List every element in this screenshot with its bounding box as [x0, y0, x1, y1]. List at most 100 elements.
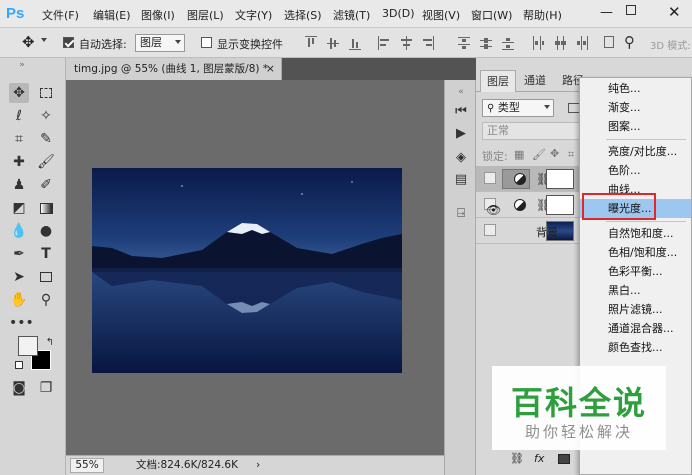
- auto-select-label: 自动选择:: [79, 38, 127, 51]
- menu-3d[interactable]: 3D(D): [382, 7, 415, 20]
- status-menu-arrow-icon[interactable]: ›: [256, 456, 260, 475]
- menu-item-channel-mixer[interactable]: 通道混合器...: [580, 319, 691, 338]
- tab-layers[interactable]: 图层: [480, 70, 516, 92]
- maximize-icon[interactable]: [626, 5, 636, 15]
- visibility-toggle[interactable]: [484, 172, 496, 184]
- menu-item-vibrance[interactable]: 自然饱和度...: [580, 224, 691, 243]
- healing-brush-icon[interactable]: ✚: [9, 152, 29, 172]
- lock-paint-icon[interactable]: 🖌: [532, 148, 546, 161]
- menu-item-color-balance[interactable]: 色彩平衡...: [580, 262, 691, 281]
- lock-pixels-icon[interactable]: ▦: [514, 148, 524, 161]
- history-panel-icon[interactable]: ⏮: [451, 102, 471, 122]
- screen-mode-icon[interactable]: ❐: [36, 378, 56, 398]
- type-tool-icon[interactable]: T: [36, 244, 56, 264]
- distribute-right-icon[interactable]: [576, 36, 588, 50]
- eye-icon[interactable]: 👁: [486, 203, 501, 217]
- menu-file[interactable]: 文件(F): [42, 7, 79, 23]
- blend-mode-dropdown[interactable]: 正常: [482, 122, 580, 140]
- distribute-vcenter-icon[interactable]: [480, 36, 492, 50]
- magic-wand-icon[interactable]: ✧: [36, 106, 56, 126]
- tab-close-icon[interactable]: ×: [266, 58, 275, 80]
- brush-tool-icon[interactable]: 🖌: [36, 152, 56, 172]
- align-right-icon[interactable]: [422, 36, 434, 50]
- minimize-icon[interactable]: —: [600, 5, 613, 20]
- distribute-top-icon[interactable]: [458, 36, 470, 50]
- menu-layer[interactable]: 图层(L): [187, 7, 224, 23]
- layer-style-icon[interactable]: fx: [534, 452, 544, 465]
- lock-position-icon[interactable]: ✥: [550, 147, 559, 160]
- panel-collapse-icon[interactable]: »: [12, 60, 32, 70]
- align-top-icon[interactable]: [305, 36, 317, 50]
- marquee-tool-icon[interactable]: [36, 83, 56, 103]
- layer-mask-thumbnail[interactable]: [546, 195, 574, 215]
- show-transform-label: 显示变换控件: [217, 38, 283, 51]
- menu-item-solid-color[interactable]: 纯色...: [580, 79, 691, 98]
- add-mask-icon[interactable]: [558, 454, 570, 464]
- visibility-toggle[interactable]: [484, 224, 496, 236]
- path-select-icon[interactable]: ➤: [9, 267, 29, 287]
- menu-item-black-white[interactable]: 黑白...: [580, 281, 691, 300]
- foreground-color-swatch[interactable]: [18, 336, 38, 356]
- align-bottom-icon[interactable]: [349, 36, 361, 50]
- blur-tool-icon[interactable]: 💧: [9, 221, 29, 241]
- eraser-tool-icon[interactable]: ◩: [9, 198, 29, 218]
- menu-item-hue-saturation[interactable]: 色相/饱和度...: [580, 243, 691, 262]
- link-layers-icon[interactable]: ⛓: [510, 452, 524, 465]
- more-tools-icon[interactable]: •••: [9, 313, 34, 333]
- menu-item-gradient[interactable]: 渐变...: [580, 98, 691, 117]
- menu-image[interactable]: 图像(I): [141, 7, 175, 23]
- lasso-tool-icon[interactable]: ℓ: [9, 106, 29, 126]
- canvas-area[interactable]: [66, 80, 444, 455]
- zoom-field[interactable]: 55%: [70, 458, 104, 473]
- menu-select[interactable]: 选择(S): [284, 7, 322, 23]
- default-colors-icon[interactable]: [15, 361, 23, 369]
- menu-item-pattern[interactable]: 图案...: [580, 117, 691, 136]
- move-tool-icon[interactable]: ✥: [9, 83, 29, 103]
- crop-tool-icon[interactable]: ⌗: [9, 129, 29, 149]
- lock-artboard-icon[interactable]: ⌗: [568, 148, 574, 162]
- info-panel-icon[interactable]: ▤: [451, 170, 471, 190]
- menu-help[interactable]: 帮助(H): [523, 7, 562, 23]
- menu-filter[interactable]: 滤镜(T): [333, 7, 370, 23]
- clone-stamp-icon[interactable]: ♟: [9, 175, 29, 195]
- rectangle-tool-icon[interactable]: [36, 267, 56, 287]
- auto-select-checkbox[interactable]: [63, 37, 74, 48]
- move-tool-icon[interactable]: ✥: [22, 33, 35, 51]
- menu-item-levels[interactable]: 色阶...: [580, 161, 691, 180]
- search-icon[interactable]: ⚲: [624, 33, 635, 51]
- align-vcenter-icon[interactable]: [327, 36, 339, 50]
- pen-tool-icon[interactable]: ✒: [9, 244, 29, 264]
- document-tab[interactable]: timg.jpg @ 55% (曲线 1, 图层蒙版/8) * ×: [66, 58, 282, 80]
- quick-mask-icon[interactable]: ◙: [9, 378, 29, 398]
- actions-panel-icon[interactable]: ▶: [451, 124, 471, 144]
- distribute-left-icon[interactable]: [532, 36, 544, 50]
- hand-tool-icon[interactable]: ✋: [9, 290, 29, 310]
- gradient-tool-icon[interactable]: [36, 198, 56, 218]
- dock-collapse-icon[interactable]: «: [451, 82, 471, 102]
- align-hcenter-icon[interactable]: [400, 36, 412, 50]
- distribute-bottom-icon[interactable]: [502, 36, 514, 50]
- menu-item-color-lookup[interactable]: 颜色查找...: [580, 338, 691, 357]
- dodge-tool-icon[interactable]: ●: [36, 221, 56, 241]
- menu-view[interactable]: 视图(V): [422, 7, 460, 23]
- close-icon[interactable]: ✕: [668, 3, 681, 21]
- show-transform-checkbox[interactable]: [201, 37, 212, 48]
- layer-filter-dropdown[interactable]: ⚲ 类型: [482, 99, 554, 117]
- menu-item-brightness-contrast[interactable]: 亮度/对比度...: [580, 142, 691, 161]
- align-left-icon[interactable]: [378, 36, 390, 50]
- eyedropper-icon[interactable]: ✎: [36, 129, 56, 149]
- menu-item-photo-filter[interactable]: 照片滤镜...: [580, 300, 691, 319]
- auto-align-icon[interactable]: [604, 36, 614, 48]
- menu-edit[interactable]: 编辑(E): [93, 7, 131, 23]
- properties-panel-icon[interactable]: ◈: [451, 148, 471, 168]
- layer-mask-thumbnail[interactable]: [546, 169, 574, 189]
- distribute-hcenter-icon[interactable]: [554, 36, 566, 50]
- menu-window[interactable]: 窗口(W): [471, 7, 512, 23]
- history-brush-icon[interactable]: ✐: [36, 175, 56, 195]
- tool-preset-arrow-icon[interactable]: [41, 38, 47, 42]
- zoom-tool-icon[interactable]: ⚲: [36, 290, 56, 310]
- paragraph-panel-icon[interactable]: ⍈: [451, 204, 471, 224]
- auto-select-dropdown[interactable]: 图层: [135, 34, 185, 52]
- menu-type[interactable]: 文字(Y): [235, 7, 272, 23]
- tab-channels[interactable]: 通道: [518, 70, 552, 92]
